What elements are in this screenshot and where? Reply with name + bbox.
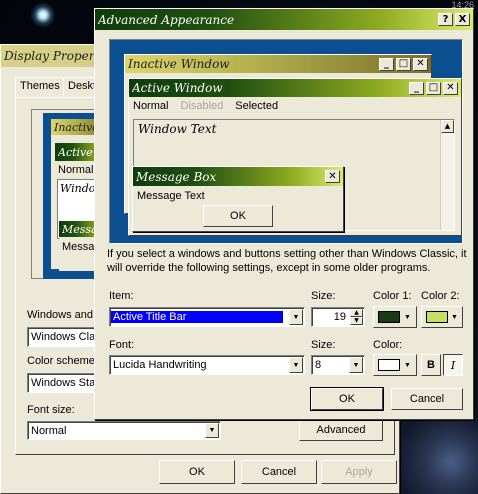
dropdown-arrow-icon: ▼ [404, 361, 411, 369]
color1-button[interactable]: ▼ [373, 306, 417, 328]
advanced-titlebar[interactable]: Advanced Appearance ? X [95, 9, 473, 30]
color1-swatch [378, 311, 400, 323]
preview-msgbox-ok-button: OK [203, 205, 273, 227]
dropdown-arrow-icon[interactable]: ▼ [289, 309, 303, 325]
advanced-appearance-window: Advanced Appearance ? X Inactive Window … [94, 8, 474, 420]
advanced-ok-label: OK [339, 393, 355, 405]
color2-swatch [426, 311, 448, 323]
advanced-preview-area: Inactive Window _ □ ✕ Active Window _ □ … [109, 39, 463, 244]
dropdown-arrow-icon[interactable]: ▼ [349, 357, 363, 373]
color-scheme-label: Color scheme: [27, 355, 98, 367]
tab-themes[interactable]: Themes [15, 77, 65, 97]
spin-buttons: ▲ ▼ [350, 309, 363, 325]
maximize-icon: □ [396, 57, 411, 71]
font-color-label: Color: [373, 339, 403, 351]
close-icon: ✕ [443, 81, 458, 95]
font-size-select[interactable]: Normal ▼ [27, 421, 221, 440]
preview-active-title: Active Window [132, 81, 223, 95]
preview-menu-disabled: Disabled [180, 100, 224, 112]
advanced-cancel-label: Cancel [409, 393, 445, 405]
minimize-icon: _ [409, 81, 424, 95]
dropdown-arrow-icon: ▼ [404, 313, 411, 321]
close-icon: ✕ [413, 57, 428, 71]
desktop-nebula [388, 414, 478, 494]
item-select[interactable]: Active Title Bar ▼ [109, 307, 305, 327]
display-cancel-button[interactable]: Cancel [241, 460, 317, 484]
font-size-value: 8 [315, 359, 322, 371]
preview-msgbox-ok-label: OK [230, 210, 246, 222]
advanced-ok-button[interactable]: OK [310, 387, 384, 411]
item-label: Item: [109, 290, 134, 302]
color1-label: Color 1: [373, 290, 412, 302]
advanced-button[interactable]: Advanced [299, 419, 383, 441]
display-apply-label: Apply [345, 466, 373, 478]
italic-button-label: I [450, 358, 456, 372]
advanced-cancel-button[interactable]: Cancel [391, 388, 463, 410]
font-size-label: Font size: [27, 404, 75, 416]
preview-window-text: Window Text [138, 122, 217, 136]
preview-menu-normal: Normal [133, 100, 169, 112]
preview-menu-bar: Normal Disabled Selected [129, 97, 461, 115]
italic-button[interactable]: I [443, 354, 463, 376]
minimize-icon: _ [379, 57, 394, 71]
font-size-label: Size: [311, 339, 336, 351]
maximize-icon: □ [426, 81, 441, 95]
spin-up-icon: ▲ [441, 120, 454, 133]
preview-scrollbar: ▲ [440, 120, 454, 230]
spin-up-icon[interactable]: ▲ [350, 309, 363, 317]
advanced-title: Advanced Appearance [98, 12, 235, 27]
close-icon[interactable]: X [455, 13, 470, 26]
font-color-swatch [378, 359, 400, 371]
dropdown-arrow-icon[interactable]: ▼ [205, 423, 219, 438]
display-ok-button[interactable]: OK [159, 460, 235, 484]
display-apply-button[interactable]: Apply [321, 460, 397, 484]
bold-button-label: B [427, 359, 435, 371]
display-cancel-label: Cancel [261, 466, 297, 478]
preview-msgbox-title: Message Box [136, 169, 217, 184]
color2-button[interactable]: ▼ [421, 306, 463, 328]
display-ok-label: OK [189, 466, 205, 478]
font-label: Font: [109, 339, 135, 351]
dropdown-arrow-icon[interactable]: ▼ [289, 357, 303, 373]
preview-message-box: Message Box ✕ Message Text OK [132, 166, 344, 232]
font-size-value: Normal [31, 424, 67, 437]
font-size-select[interactable]: 8 ▼ [311, 355, 365, 375]
title-size-spinner[interactable]: 19 ▲ ▼ [311, 307, 365, 327]
preview-menu-selected: Selected [235, 100, 279, 112]
font-select[interactable]: Lucida Handwriting ▼ [109, 355, 305, 375]
size-label: Size: [311, 290, 336, 302]
advanced-button-label: Advanced [316, 424, 366, 436]
star-glow [30, 2, 56, 28]
preview-msgbox-text: Message Text [137, 190, 205, 202]
spin-down-icon[interactable]: ▼ [350, 317, 363, 325]
font-select-value: Lucida Handwriting [113, 359, 207, 371]
preview-inactive-title: Inactive Window [128, 57, 230, 71]
tab-themes-label: Themes [20, 80, 60, 92]
font-color-button[interactable]: ▼ [373, 354, 417, 376]
info-text: If you select a windows and buttons sett… [107, 248, 467, 274]
color2-label: Color 2: [421, 290, 460, 302]
help-icon[interactable]: ? [438, 13, 453, 26]
item-select-value: Active Title Bar [111, 311, 283, 323]
bold-button[interactable]: B [421, 354, 441, 376]
title-size-value: 19 [333, 311, 346, 323]
dropdown-arrow-icon: ▼ [451, 313, 458, 321]
close-icon: ✕ [325, 170, 340, 183]
